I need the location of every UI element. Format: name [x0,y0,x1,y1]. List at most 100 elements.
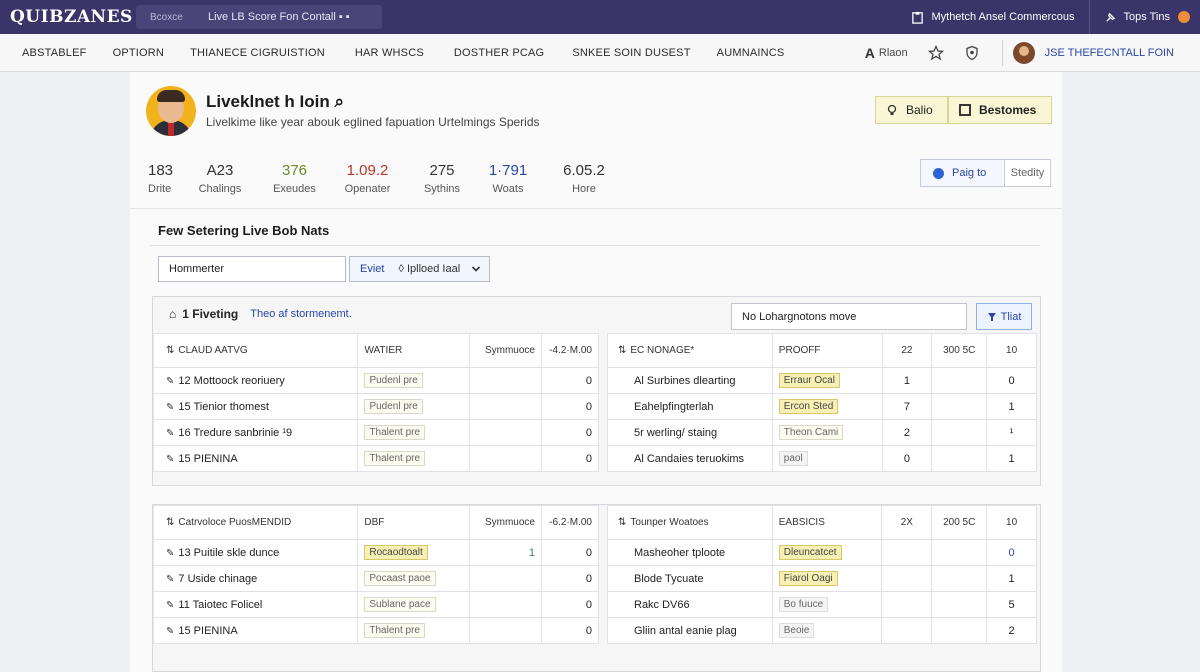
status-badge: Bo fuuce [778,597,829,612]
row-count-2 [931,565,988,592]
column-header[interactable]: 300 5C [931,333,988,368]
row-count-3: 1 [986,565,1037,592]
filter-input[interactable] [158,256,346,282]
stat-2: 376 Exeudes [262,162,327,195]
table-row[interactable]: Masheoher tploote Dleuncatcet 0 [607,539,1037,566]
search-box[interactable]: Bcoxce Live LB Score Fon Contall ▪ ▪ [136,5,382,29]
nav-item-1[interactable]: OPTIORN [113,47,165,59]
row-value-2: 0 [540,419,600,446]
search-prefix: Bcoxce [150,11,183,23]
status-badge: Ercon Sted [778,399,839,414]
row-name: 5r werling/ staing [607,419,773,446]
table-row[interactable]: Gliin antal eanie plag Beoie 2 [607,617,1037,644]
stedity-button[interactable]: Stedity [1005,167,1050,179]
stat-value: 275 [429,162,455,179]
row-name-cell: ✎ 15 PIENINA [152,445,359,472]
user-avatar[interactable] [1012,41,1035,64]
table-row[interactable]: Blode Tycuate Fiarol Oagi 1 [607,565,1037,592]
bestomes-button[interactable]: Bestomes [948,96,1052,124]
column-header-label: 10 [1006,345,1018,356]
table-row[interactable]: Al Surbines dlearting Erraur Ocal 1 0 [607,367,1037,394]
column-header[interactable]: Symmuoce [469,505,542,540]
edit-icon[interactable]: ✎ [166,626,174,637]
column-header[interactable]: ⇅ CLAUD AATVG [152,333,359,368]
column-header[interactable]: 22 [881,333,933,368]
column-header[interactable]: 200 5C [931,505,988,540]
paig-button[interactable]: Paig to [921,160,1005,186]
shield-icon[interactable] [964,45,980,61]
table-row[interactable]: ✎ 16 Tredure sanbrinie ¹9 Thalent pre 0 [152,419,600,446]
column-header-label: WATIER [364,345,403,356]
column-header[interactable]: Symmuoce [469,333,542,368]
edit-icon[interactable]: ✎ [166,454,174,465]
edit-icon[interactable]: ✎ [166,600,174,611]
table-row[interactable]: ✎ 15 PIENINA Thalent pre 0 [152,617,600,644]
column-header-label: 22 [901,345,913,356]
balio-button-label: Balio [906,103,933,117]
table-row[interactable]: Al Candaies teruokims paol 0 1 [607,445,1037,472]
row-count-3: 2 [986,617,1037,644]
status-badge: Theon Cami [778,425,844,440]
nav-item-0[interactable]: ABSTABLEF [22,47,87,59]
column-header[interactable]: PROOFF [771,333,883,368]
nav-item-2[interactable]: THIANECE CIGRUISTION [190,47,325,59]
column-header[interactable]: -4.2·M.00 [540,333,600,368]
row-name-cell: ✎ 12 Mottoock reoriuery [152,367,359,394]
language-toggle[interactable]: A Rlaon [865,45,908,61]
edit-icon[interactable]: ✎ [166,548,174,559]
column-header[interactable]: -6.2·M.00 [540,505,600,540]
panel-catrvoloce: ⇅ Catrvoloce PuosMENDID DBF Symmuoce -6.2·M.… [152,504,1041,672]
table-row[interactable]: ✎ 11 Taiotec Folicel Sublane pace 0 [152,591,600,618]
table-row[interactable]: ✎ 7 Uside chinage Pocaast paoe 0 [152,565,600,592]
top-link-commercous[interactable]: Mythetch Ansel Commercous [911,11,1075,24]
panel-search-input[interactable] [731,303,967,330]
column-header[interactable]: 10 [986,333,1037,368]
balio-button[interactable]: Balio [875,96,948,124]
table-row[interactable]: ✎ 12 Mottoock reoriuery Pudenl pre 0 [152,367,600,394]
nav-item-6[interactable]: AUMNAINCS [717,47,785,59]
status-badge: Beoie [778,623,815,638]
nav-item-5[interactable]: SNKEE SOIN DUSEST [572,47,690,59]
table-row[interactable]: Eahelpfingterlah Ercon Sted 7 1 [607,393,1037,420]
user-name-link[interactable]: JSE THEFECNTALL FOIN [1045,47,1174,59]
table-row[interactable]: ✎ 13 Puitile skle dunce Rocaodtoalt 1 0 [152,539,600,566]
row-value-1 [469,393,542,420]
column-header-label: Symmuoce [484,517,535,528]
top-link-tips[interactable]: Tops Tins [1104,11,1170,24]
row-count-3: 1 [986,445,1037,472]
column-header[interactable]: ⇅ EC NONAGE* [607,333,773,368]
stat-value: 6.05.2 [563,162,605,179]
table-row[interactable]: 5r werling/ staing Theon Cami 2 ¹ [607,419,1037,446]
row-tag-cell: Dleuncatcet [771,539,883,566]
row-name: 13 Puitile skle dunce [178,546,280,559]
column-header-label: 2X [900,517,913,528]
notification-dot-icon[interactable] [1178,11,1190,23]
row-name-cell: ✎ 16 Tredure sanbrinie ¹9 [152,419,359,446]
row-value-1 [469,367,542,394]
nav-item-4[interactable]: DOSTHER PCAG [454,47,544,59]
top-divider [1088,0,1090,34]
edit-icon[interactable]: ✎ [166,574,174,585]
table-row[interactable]: ✎ 15 Tienior thomest Pudenl pre 0 [152,393,600,420]
column-header[interactable]: WATIER [357,333,471,368]
table-row[interactable]: Rakc DV66 Bo fuuce 5 [607,591,1037,618]
edit-icon[interactable]: ✎ [166,376,174,387]
panel-subtitle-link[interactable]: Theo af stormenemt. [250,308,352,320]
status-badge: Thalent pre [364,623,425,638]
column-header[interactable]: EABSICIS [771,505,883,540]
column-header[interactable]: 2X [881,505,933,540]
edit-icon[interactable]: ✎ [166,428,174,439]
filter-select[interactable]: Eviet ◊ Iplloed Iaal [349,256,490,282]
column-header[interactable]: 10 [986,505,1037,540]
column-header[interactable]: ⇅ Catrvoloce PuosMENDID [152,505,359,540]
nav-item-3[interactable]: HAR WHSCS [355,47,424,59]
app-logo[interactable]: QUIBZANES [10,7,132,27]
table-row[interactable]: ✎ 15 PIENINA Thalent pre 0 [152,445,600,472]
column-header[interactable]: ⇅ Tounper Woatoes [607,505,773,540]
edit-icon[interactable]: ✎ [166,402,174,413]
panel-tliat-button[interactable]: Tliat [976,303,1032,330]
section-title: Few Setering Live Bob Nats [158,223,330,238]
star-icon[interactable] [927,44,944,61]
column-header[interactable]: DBF [357,505,471,540]
row-count-1 [881,591,933,618]
